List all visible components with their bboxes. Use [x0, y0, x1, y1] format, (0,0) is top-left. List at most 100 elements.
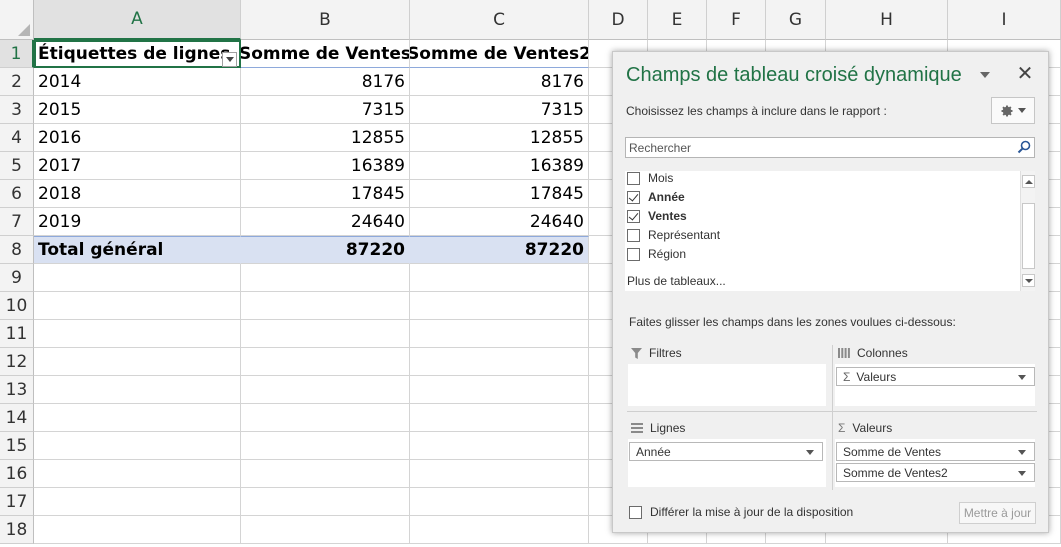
field-search-box[interactable]	[625, 137, 1035, 158]
empty-cell[interactable]	[34, 488, 241, 516]
empty-cell[interactable]	[241, 488, 410, 516]
empty-cell[interactable]	[410, 348, 589, 376]
empty-cell[interactable]	[410, 292, 589, 320]
pivot-value-cell[interactable]: 17845	[410, 180, 589, 208]
field-list-scrollbar[interactable]	[1020, 171, 1035, 291]
column-header-c[interactable]: C	[410, 0, 589, 40]
empty-cell[interactable]	[241, 460, 410, 488]
empty-cell[interactable]	[410, 516, 589, 544]
pivot-header-sum-ventes[interactable]: Somme de Ventes	[241, 40, 410, 68]
field-item-region[interactable]: Région	[627, 245, 686, 263]
pivot-row-labels-header[interactable]: Étiquettes de lignes	[34, 40, 241, 68]
row-header-7[interactable]: 7	[0, 208, 34, 236]
scroll-down-icon[interactable]	[1022, 274, 1035, 287]
pivot-row-label[interactable]: 2016	[34, 124, 241, 152]
chevron-down-icon[interactable]	[1018, 471, 1026, 476]
empty-cell[interactable]	[410, 404, 589, 432]
scrollbar-thumb[interactable]	[1022, 203, 1035, 269]
column-header-b[interactable]: B	[241, 0, 410, 40]
row-header-15[interactable]: 15	[0, 432, 34, 460]
pivot-row-label[interactable]: 2017	[34, 152, 241, 180]
pivot-grand-total-value[interactable]: 87220	[241, 236, 410, 264]
row-header-18[interactable]: 18	[0, 516, 34, 544]
row-header-16[interactable]: 16	[0, 460, 34, 488]
row-header-4[interactable]: 4	[0, 124, 34, 152]
empty-cell[interactable]	[410, 460, 589, 488]
empty-cell[interactable]	[241, 432, 410, 460]
empty-cell[interactable]	[241, 404, 410, 432]
empty-cell[interactable]	[410, 432, 589, 460]
pivot-row-label[interactable]: 2015	[34, 96, 241, 124]
field-checkbox[interactable]	[627, 228, 640, 242]
select-all-corner[interactable]	[0, 0, 34, 40]
empty-cell[interactable]	[410, 488, 589, 516]
pivot-value-cell[interactable]: 16389	[241, 152, 410, 180]
row-header-12[interactable]: 12	[0, 348, 34, 376]
row-header-6[interactable]: 6	[0, 180, 34, 208]
pivot-row-label[interactable]: 2018	[34, 180, 241, 208]
columns-values-chip[interactable]: Σ Valeurs	[836, 367, 1035, 386]
empty-cell[interactable]	[241, 292, 410, 320]
row-header-1[interactable]: 1	[0, 40, 34, 68]
pivot-value-cell[interactable]: 7315	[410, 96, 589, 124]
row-header-11[interactable]: 11	[0, 320, 34, 348]
empty-cell[interactable]	[241, 516, 410, 544]
column-header-e[interactable]: E	[648, 0, 707, 40]
chevron-down-icon[interactable]	[1018, 375, 1026, 380]
empty-cell[interactable]	[34, 292, 241, 320]
field-checkbox[interactable]	[627, 171, 640, 185]
update-button[interactable]: Mettre à jour	[959, 502, 1036, 524]
empty-cell[interactable]	[241, 376, 410, 404]
column-header-g[interactable]: G	[766, 0, 826, 40]
close-icon[interactable]: ✕	[1016, 62, 1034, 85]
more-tables-link[interactable]: Plus de tableaux...	[627, 274, 726, 288]
column-header-a[interactable]: A	[34, 0, 241, 40]
field-search-input[interactable]	[626, 138, 1006, 157]
row-header-3[interactable]: 3	[0, 96, 34, 124]
pivot-value-cell[interactable]: 17845	[241, 180, 410, 208]
pivot-value-cell[interactable]: 12855	[241, 124, 410, 152]
empty-cell[interactable]	[410, 376, 589, 404]
row-header-8[interactable]: 8	[0, 236, 34, 264]
empty-cell[interactable]	[241, 348, 410, 376]
pivot-value-cell[interactable]: 16389	[410, 152, 589, 180]
pivot-value-cell[interactable]: 8176	[410, 68, 589, 96]
values-sum-ventes-chip[interactable]: Somme de Ventes	[836, 442, 1035, 461]
field-item-representant[interactable]: Représentant	[627, 226, 720, 244]
pivot-value-cell[interactable]: 7315	[241, 96, 410, 124]
column-header-i[interactable]: I	[948, 0, 1061, 40]
chevron-down-icon[interactable]	[806, 450, 814, 455]
scroll-up-icon[interactable]	[1022, 175, 1035, 188]
empty-cell[interactable]	[241, 320, 410, 348]
row-header-5[interactable]: 5	[0, 152, 34, 180]
row-header-10[interactable]: 10	[0, 292, 34, 320]
field-checkbox[interactable]	[627, 247, 640, 261]
pivot-header-sum-ventes2[interactable]: Somme de Ventes2	[410, 40, 589, 68]
field-layout-button[interactable]	[991, 97, 1035, 124]
empty-cell[interactable]	[34, 516, 241, 544]
row-header-17[interactable]: 17	[0, 488, 34, 516]
empty-cell[interactable]	[34, 320, 241, 348]
empty-cell[interactable]	[34, 348, 241, 376]
pivot-value-cell[interactable]: 24640	[410, 208, 589, 236]
empty-cell[interactable]	[34, 264, 241, 292]
empty-cell[interactable]	[241, 264, 410, 292]
chevron-down-icon[interactable]	[1018, 450, 1026, 455]
pivot-grand-total-label[interactable]: Total général	[34, 236, 241, 264]
row-header-2[interactable]: 2	[0, 68, 34, 96]
defer-update-option[interactable]: Différer la mise à jour de la dispositio…	[629, 505, 853, 519]
empty-cell[interactable]	[34, 460, 241, 488]
empty-cell[interactable]	[34, 404, 241, 432]
field-checkbox[interactable]	[627, 209, 640, 223]
pane-options-dropdown-icon[interactable]	[980, 72, 990, 78]
field-item-ventes[interactable]: Ventes	[627, 207, 687, 225]
values-sum-ventes2-chip[interactable]: Somme de Ventes2	[836, 463, 1035, 482]
filters-drop-zone[interactable]	[628, 364, 826, 406]
empty-cell[interactable]	[410, 320, 589, 348]
defer-update-checkbox[interactable]	[629, 505, 642, 519]
pivot-value-cell[interactable]: 24640	[241, 208, 410, 236]
pivot-row-label[interactable]: 2014	[34, 68, 241, 96]
pivot-grand-total-value[interactable]: 87220	[410, 236, 589, 264]
empty-cell[interactable]	[410, 264, 589, 292]
row-header-9[interactable]: 9	[0, 264, 34, 292]
